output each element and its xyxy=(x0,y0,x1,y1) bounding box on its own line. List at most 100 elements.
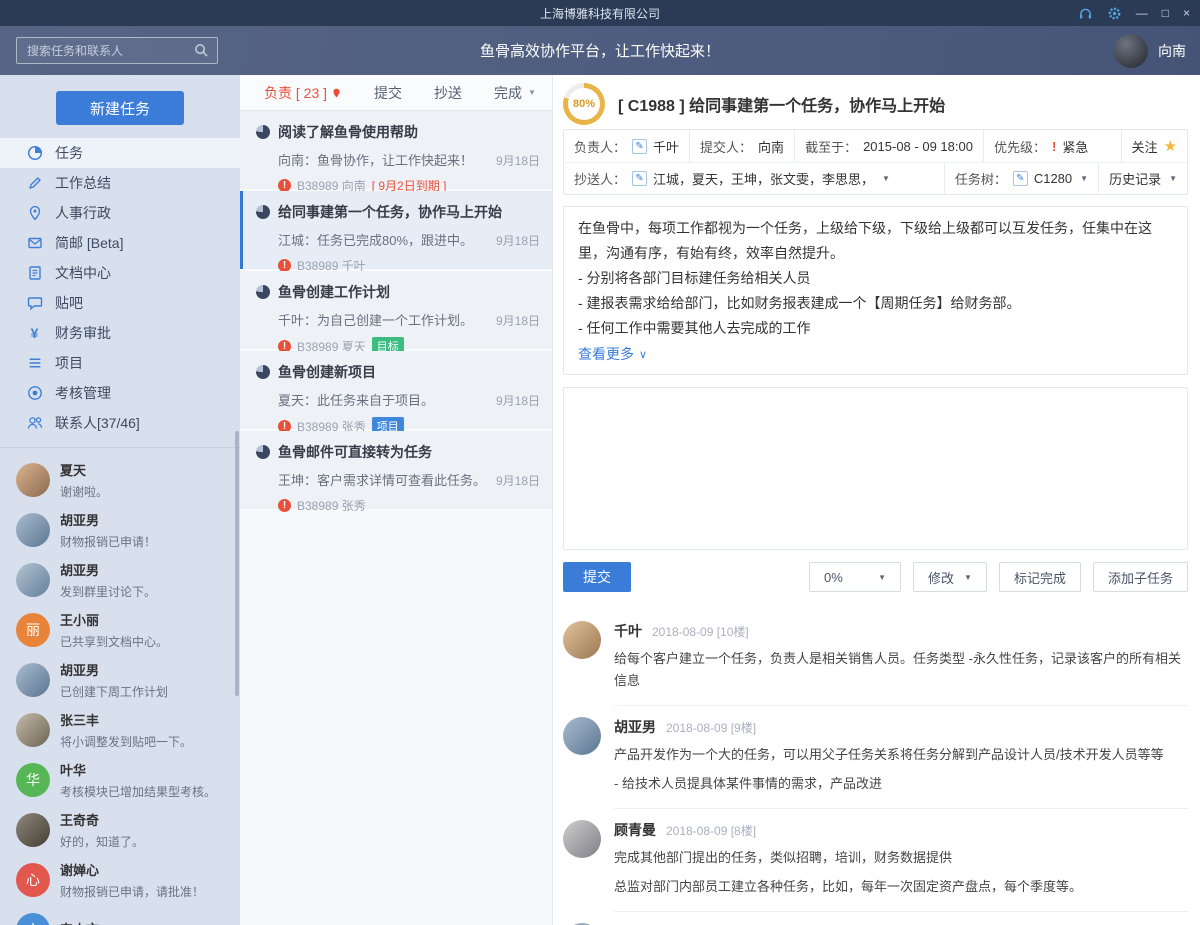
sidebar-item-label: 简邮 [Beta] xyxy=(55,233,123,253)
contact-item[interactable]: 王奇奇好的，知道了。 xyxy=(0,805,240,855)
minimize-button[interactable]: — xyxy=(1136,7,1148,19)
add-subtask-button[interactable]: 添加子任务 xyxy=(1093,562,1188,592)
search-box[interactable] xyxy=(16,37,218,64)
current-user[interactable]: 向南 xyxy=(1114,26,1186,75)
task-progress-icon xyxy=(256,445,270,459)
history-cell[interactable]: 历史记录 ▼ xyxy=(1098,163,1187,194)
map-pin-icon xyxy=(26,205,43,221)
sidebar-item-projects[interactable]: 项目 xyxy=(0,348,240,378)
comment-date: 2018-08-09 [10楼] xyxy=(652,623,749,640)
maximize-button[interactable]: □ xyxy=(1162,7,1169,19)
sidebar-item-contacts[interactable]: 联系人[37/46] xyxy=(0,408,240,438)
progress-percent-dropdown[interactable]: 0% ▼ xyxy=(809,562,901,592)
document-icon xyxy=(26,265,43,281)
tab-responsible[interactable]: 负责 [ 23 ] xyxy=(264,83,342,103)
contact-avatar xyxy=(16,563,50,597)
cc-value: 江城，夏天，王坤，张文雯，李思思， xyxy=(653,169,874,188)
sidebar-item-assessment[interactable]: 考核管理 xyxy=(0,378,240,408)
sidebar-item-hr-admin[interactable]: 人事行政 xyxy=(0,198,240,228)
user-avatar[interactable] xyxy=(1114,34,1148,68)
user-name: 向南 xyxy=(1158,41,1186,61)
task-date: 9月18日 xyxy=(496,392,540,409)
contact-item[interactable]: 夏天谢谢啦。 xyxy=(0,455,240,505)
target-icon xyxy=(26,385,43,401)
task-info-box: 负责人： ✎ 千叶 提交人： 向南 截至于： 2015-08 - 09 18:0… xyxy=(563,129,1188,195)
edit-icon[interactable]: ✎ xyxy=(1013,171,1028,186)
task-list-item[interactable]: 鱼骨创建新项目 夏天：此任务来自于项目。9月18日 !B38989 张秀项目 xyxy=(240,351,552,431)
contact-name: 王小丽 xyxy=(60,613,99,628)
priority-alert-icon: ! xyxy=(1052,139,1056,154)
deadline-cell: 截至于： 2015-08 - 09 18:00 xyxy=(794,130,983,162)
tab-submitted[interactable]: 提交 xyxy=(374,83,402,103)
sidebar-item-label: 联系人[37/46] xyxy=(55,413,140,433)
comment-input[interactable] xyxy=(564,388,1187,549)
sidebar-item-finance[interactable]: ¥ 财务审批 xyxy=(0,318,240,348)
sidebar-item-doc-center[interactable]: 文档中心 xyxy=(0,258,240,288)
contact-avatar xyxy=(16,663,50,697)
search-icon[interactable] xyxy=(194,43,209,58)
sidebar-item-work-summary[interactable]: 工作总结 xyxy=(0,168,240,198)
search-input[interactable] xyxy=(25,43,194,59)
contact-message: 财物报销已申请，请批准！ xyxy=(60,883,204,900)
edit-icon[interactable]: ✎ xyxy=(632,171,647,186)
sidebar-item-label: 工作总结 xyxy=(55,173,111,193)
task-list-item[interactable]: 阅读了解鱼骨使用帮助 向南：鱼骨协作，让工作快起来！9月18日 !B38989 … xyxy=(240,111,552,191)
contact-name: 胡亚男 xyxy=(60,513,99,528)
caret-down-icon[interactable]: ▼ xyxy=(1080,174,1088,183)
contact-item[interactable]: 丽 王小丽已共享到文档中心。 xyxy=(0,605,240,655)
follow-cell[interactable]: 关注 ★ xyxy=(1121,130,1187,162)
contact-item[interactable]: 心 谢婵心财物报销已申请，请批准！ xyxy=(0,855,240,905)
sidebar-item-label: 考核管理 xyxy=(55,383,111,403)
comment-list: 千叶2018-08-09 [10楼] 给每个客户建立一个任务，负责人是相关销售人… xyxy=(563,610,1188,925)
contact-avatar: 丽 xyxy=(16,613,50,647)
task-list: 阅读了解鱼骨使用帮助 向南：鱼骨协作，让工作快起来！9月18日 !B38989 … xyxy=(240,111,552,925)
comment-input-box xyxy=(563,387,1188,550)
contact-item[interactable]: 文 安小文 xyxy=(0,905,240,925)
new-task-button[interactable]: 新建任务 xyxy=(56,91,184,125)
submitter-cell: 提交人： 向南 xyxy=(689,130,794,162)
task-detail-title: [ C1988 ] 给同事建第一个任务，协作马上开始 xyxy=(618,92,945,116)
headset-icon[interactable] xyxy=(1078,6,1093,21)
sidebar-item-label: 财务审批 xyxy=(55,323,111,343)
star-icon[interactable]: ★ xyxy=(1164,137,1177,155)
sidebar-item-forum[interactable]: 贴吧 xyxy=(0,288,240,318)
contact-item[interactable]: 张三丰将小调整发到贴吧一下。 xyxy=(0,705,240,755)
contact-item[interactable]: 胡亚男财物报销已申请！ xyxy=(0,505,240,555)
contact-name: 胡亚男 xyxy=(60,563,99,578)
comment-text: 总监对部门内部员工建立各种任务，比如，每年一次固定资产盘点，每个季度等。 xyxy=(614,876,1188,898)
caret-down-icon[interactable]: ▼ xyxy=(882,174,890,183)
contact-name: 谢婵心 xyxy=(60,863,99,878)
gear-icon[interactable] xyxy=(1107,6,1122,21)
contact-avatar: 心 xyxy=(16,863,50,897)
view-more-link[interactable]: 查看更多 ∨ xyxy=(578,344,647,364)
tab-done[interactable]: 完成▼ xyxy=(494,83,536,103)
sidebar-scrollbar[interactable] xyxy=(235,431,239,696)
mark-done-button[interactable]: 标记完成 xyxy=(999,562,1081,592)
sidebar-item-tasks[interactable]: 任务 xyxy=(0,138,240,168)
task-detail-panel: 80% [ C1988 ] 给同事建第一个任务，协作马上开始 负责人： ✎ 千叶… xyxy=(552,75,1200,925)
task-list-item[interactable]: 鱼骨创建工作计划 千叶：为自己创建一个工作计划。9月18日 !B38989 夏天… xyxy=(240,271,552,351)
comment-author: 千叶 xyxy=(614,621,642,641)
owner-cell: 负责人： ✎ 千叶 xyxy=(564,130,689,162)
sidebar-menu: 任务 工作总结 人事行政 简邮 [Beta] 文档中心 贴吧 ¥ 财务审批 项目 xyxy=(0,138,240,438)
task-list-item[interactable]: 鱼骨邮件可直接转为任务 王坤：客户需求详情可查看此任务。9月18日 !B3898… xyxy=(240,431,552,511)
comment-avatar xyxy=(563,820,601,858)
submit-button[interactable]: 提交 xyxy=(563,562,631,592)
edit-icon[interactable]: ✎ xyxy=(632,139,647,154)
sidebar-item-mail[interactable]: 简邮 [Beta] xyxy=(0,228,240,258)
window-controls: — □ × xyxy=(1078,0,1190,26)
contact-item[interactable]: 华 叶华考核模块已增加结果型考核。 xyxy=(0,755,240,805)
pencil-icon xyxy=(26,175,43,191)
task-progress-icon xyxy=(256,205,270,219)
task-list-item-selected[interactable]: 给同事建第一个任务，协作马上开始 江城：任务已完成80%，跟进中。9月18日 !… xyxy=(240,191,552,271)
list-icon xyxy=(26,355,43,371)
modify-dropdown[interactable]: 修改 ▼ xyxy=(913,562,987,592)
comment-avatar xyxy=(563,621,601,659)
task-tabs: 负责 [ 23 ] 提交 抄送 完成▼ xyxy=(240,75,552,111)
close-button[interactable]: × xyxy=(1183,7,1190,19)
contact-item[interactable]: 胡亚男已创建下周工作计划 xyxy=(0,655,240,705)
cc-cell: 抄送人： ✎ 江城，夏天，王坤，张文雯，李思思， ▼ xyxy=(564,163,944,194)
contact-item[interactable]: 胡亚男发到群里讨论下。 xyxy=(0,555,240,605)
tab-cc[interactable]: 抄送 xyxy=(434,83,462,103)
task-list-panel: 负责 [ 23 ] 提交 抄送 完成▼ 阅读了解鱼骨使用帮助 向南：鱼骨协作，让… xyxy=(240,75,552,925)
